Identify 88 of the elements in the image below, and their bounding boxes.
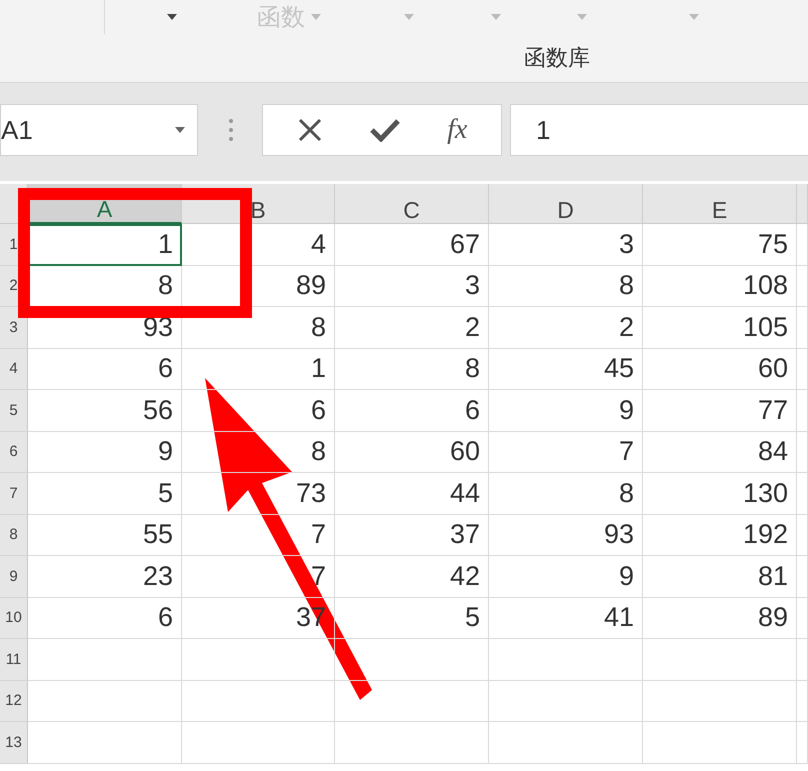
table-cell[interactable]: 44 bbox=[335, 473, 489, 514]
table-cell[interactable]: 41 bbox=[489, 598, 643, 639]
table-cell[interactable]: 60 bbox=[643, 348, 797, 390]
table-cell[interactable]: 9 bbox=[28, 432, 182, 473]
caret-icon bbox=[311, 14, 321, 20]
table-cell[interactable]: 130 bbox=[643, 473, 797, 514]
empty-cell[interactable] bbox=[797, 307, 808, 348]
table-cell[interactable]: 84 bbox=[643, 432, 797, 473]
table-cell[interactable]: 37 bbox=[335, 514, 489, 556]
name-box[interactable]: A1 bbox=[0, 104, 198, 156]
grip-icon bbox=[228, 118, 234, 142]
table-cell[interactable]: 3 bbox=[335, 266, 489, 307]
group-label: 函数库 bbox=[524, 45, 590, 73]
table-cell[interactable]: 77 bbox=[643, 390, 797, 432]
row-header[interactable]: 4 bbox=[0, 348, 28, 390]
row-header[interactable]: 3 bbox=[0, 307, 28, 348]
empty-cell[interactable] bbox=[797, 390, 808, 432]
table-cell[interactable]: 3 bbox=[489, 224, 643, 266]
column-header[interactable]: C bbox=[335, 184, 489, 224]
formula-input[interactable]: 1 bbox=[510, 104, 808, 156]
table-cell[interactable]: 42 bbox=[335, 556, 489, 598]
empty-cell[interactable] bbox=[182, 722, 335, 764]
empty-cell[interactable] bbox=[797, 639, 808, 680]
empty-cell[interactable] bbox=[797, 473, 808, 514]
table-cell[interactable]: 67 bbox=[335, 224, 489, 266]
table-cell[interactable]: 9 bbox=[489, 390, 643, 432]
row-header[interactable]: 10 bbox=[0, 598, 28, 639]
caret-icon bbox=[175, 127, 185, 133]
table-cell[interactable]: 9 bbox=[489, 556, 643, 598]
empty-cell[interactable] bbox=[643, 722, 797, 764]
table-cell[interactable]: 56 bbox=[28, 390, 182, 432]
insert-function-button[interactable]: fx bbox=[447, 114, 468, 146]
table-cell[interactable]: 45 bbox=[489, 348, 643, 390]
empty-cell[interactable] bbox=[797, 722, 808, 764]
empty-cell[interactable] bbox=[797, 598, 808, 639]
table-cell[interactable]: 105 bbox=[643, 307, 797, 348]
empty-cell[interactable] bbox=[797, 556, 808, 598]
empty-cell[interactable] bbox=[797, 680, 808, 722]
empty-cell[interactable] bbox=[643, 680, 797, 722]
row-header[interactable]: 12 bbox=[0, 680, 28, 722]
table-cell[interactable]: 93 bbox=[28, 307, 182, 348]
table-cell[interactable]: 5 bbox=[28, 473, 182, 514]
row-header[interactable]: 9 bbox=[0, 556, 28, 598]
table-cell[interactable]: 75 bbox=[643, 224, 797, 266]
table-cell[interactable]: 8 bbox=[182, 307, 335, 348]
row-header[interactable]: 11 bbox=[0, 639, 28, 680]
empty-cell[interactable] bbox=[797, 432, 808, 473]
table-cell[interactable]: 6 bbox=[28, 348, 182, 390]
table-cell[interactable]: 81 bbox=[643, 556, 797, 598]
caret-icon[interactable] bbox=[167, 14, 177, 20]
column-header[interactable]: E bbox=[643, 184, 797, 224]
cancel-icon[interactable] bbox=[296, 117, 323, 143]
empty-cell[interactable] bbox=[797, 514, 808, 556]
table-cell[interactable]: 8 bbox=[335, 348, 489, 390]
empty-cell[interactable] bbox=[643, 639, 797, 680]
table-cell[interactable]: 60 bbox=[335, 432, 489, 473]
check-icon[interactable] bbox=[370, 118, 400, 142]
table-cell[interactable]: 89 bbox=[182, 266, 335, 307]
table-cell[interactable]: 55 bbox=[28, 514, 182, 556]
row-header[interactable]: 13 bbox=[0, 722, 28, 764]
empty-cell[interactable] bbox=[335, 722, 489, 764]
table-cell[interactable]: 1 bbox=[28, 224, 182, 266]
table-cell[interactable]: 89 bbox=[643, 598, 797, 639]
table-cell[interactable]: 8 bbox=[489, 473, 643, 514]
empty-cell[interactable] bbox=[489, 680, 643, 722]
table-cell[interactable]: 108 bbox=[643, 266, 797, 307]
table-cell[interactable]: 2 bbox=[335, 307, 489, 348]
row-header[interactable]: 5 bbox=[0, 390, 28, 432]
empty-cell[interactable] bbox=[797, 348, 808, 390]
table-cell[interactable]: 93 bbox=[489, 514, 643, 556]
table-cell[interactable]: 8 bbox=[489, 266, 643, 307]
row-header[interactable]: 8 bbox=[0, 514, 28, 556]
table-cell[interactable]: 8 bbox=[28, 266, 182, 307]
row-header[interactable]: 6 bbox=[0, 432, 28, 473]
table-cell[interactable]: 6 bbox=[335, 390, 489, 432]
table-cell[interactable]: 6 bbox=[28, 598, 182, 639]
table-cell[interactable]: 7 bbox=[489, 432, 643, 473]
empty-cell[interactable] bbox=[182, 680, 335, 722]
column-header[interactable]: D bbox=[489, 184, 643, 224]
empty-column-header[interactable] bbox=[797, 184, 808, 224]
table-cell[interactable]: 2 bbox=[489, 307, 643, 348]
empty-cell[interactable] bbox=[797, 266, 808, 307]
empty-cell[interactable] bbox=[489, 722, 643, 764]
empty-cell[interactable] bbox=[489, 639, 643, 680]
table-cell[interactable]: 4 bbox=[182, 224, 335, 266]
row-header[interactable]: 7 bbox=[0, 473, 28, 514]
table-cell[interactable]: 23 bbox=[28, 556, 182, 598]
table-cell[interactable]: 192 bbox=[643, 514, 797, 556]
